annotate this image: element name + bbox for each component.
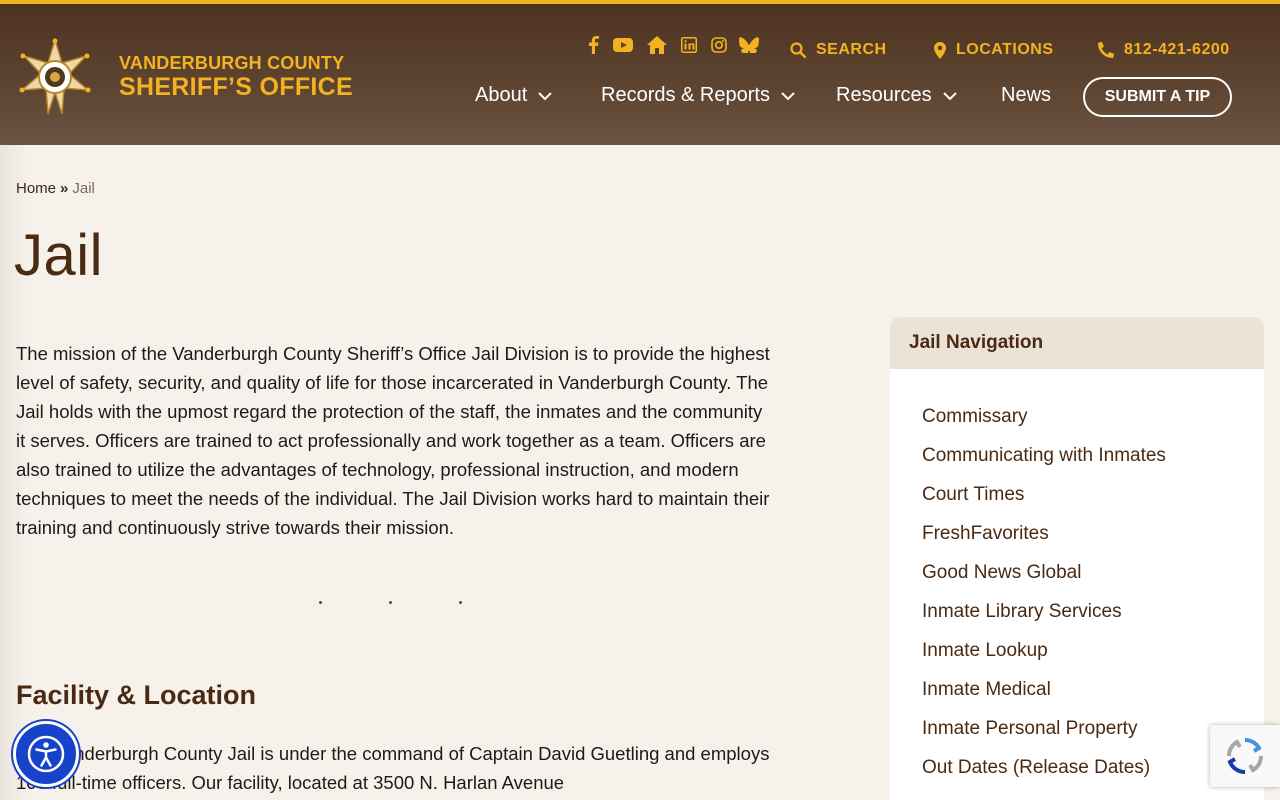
phone-icon — [1098, 42, 1114, 58]
mission-paragraph: The mission of the Vanderburgh County Sh… — [16, 343, 770, 538]
search-icon — [790, 42, 806, 58]
map-pin-icon — [934, 41, 946, 59]
bluesky-icon[interactable] — [739, 35, 759, 55]
sidebar-list: Commissary Communicating with Inmates Co… — [890, 369, 1264, 795]
youtube-icon[interactable] — [613, 35, 633, 55]
breadcrumb: Home» Jail — [16, 180, 95, 197]
sidebar-title: Jail Navigation — [890, 317, 1264, 369]
locations-label: LOCATIONS — [956, 41, 1054, 58]
facebook-icon[interactable] — [583, 35, 603, 55]
sidebar-item-freshfavorites[interactable]: FreshFavorites — [890, 522, 1264, 561]
sidebar-item-out-dates[interactable]: Out Dates (Release Dates) — [890, 756, 1264, 795]
linkedin-icon[interactable] — [679, 35, 699, 55]
chevron-down-icon — [538, 91, 552, 100]
facility-paragraph: The Vanderburgh County Jail is under the… — [16, 743, 770, 793]
chevron-down-icon — [781, 91, 795, 100]
nav-about[interactable]: About — [475, 84, 553, 107]
accessibility-icon — [27, 735, 65, 773]
sidebar-item-communicating[interactable]: Communicating with Inmates — [890, 444, 1264, 483]
nav-about-label: About — [475, 84, 528, 106]
sidebar-item-court-times[interactable]: Court Times — [890, 483, 1264, 522]
sidebar-item-library-services[interactable]: Inmate Library Services — [890, 600, 1264, 639]
sidebar-item-good-news-global[interactable]: Good News Global — [890, 561, 1264, 600]
nav-resources[interactable]: Resources — [836, 84, 958, 107]
nav-news-label: News — [1001, 84, 1052, 106]
sidebar-item-inmate-medical[interactable]: Inmate Medical — [890, 678, 1264, 717]
chevron-down-icon — [942, 91, 957, 100]
search-link[interactable]: SEARCH — [790, 41, 887, 59]
breadcrumb-separator: » — [60, 180, 69, 197]
carousel-dot[interactable] — [319, 601, 322, 604]
carousel-dot[interactable] — [389, 601, 392, 604]
sheriff-star-logo[interactable] — [16, 38, 94, 116]
jail-navigation-sidebar: Jail Navigation Commissary Communicating… — [890, 317, 1264, 800]
page-title: Jail — [14, 223, 104, 288]
carousel-dot[interactable] — [459, 601, 462, 604]
nav-records-label: Records & Reports — [601, 84, 770, 106]
submit-tip-button[interactable]: SUBMIT A TIP — [1083, 77, 1232, 117]
phone-number: 812-421-6200 — [1124, 41, 1230, 58]
sidebar-item-personal-property[interactable]: Inmate Personal Property — [890, 717, 1264, 756]
logo-line-1: VANDERBURGH COUNTY — [119, 53, 345, 73]
site-header: VANDERBURGH COUNTY SHERIFF’S OFFICE SEAR… — [0, 4, 1280, 145]
accessibility-button[interactable] — [13, 721, 79, 787]
nav-news[interactable]: News — [1001, 84, 1051, 107]
recaptcha-icon — [1226, 737, 1264, 775]
site-logo-text[interactable]: VANDERBURGH COUNTY SHERIFF’S OFFICE — [119, 53, 353, 101]
instagram-icon[interactable] — [709, 35, 729, 55]
facility-heading: Facility & Location — [16, 680, 257, 710]
phone-link[interactable]: 812-421-6200 — [1098, 41, 1230, 59]
nav-resources-label: Resources — [836, 84, 932, 106]
search-label: SEARCH — [816, 41, 887, 58]
locations-link[interactable]: LOCATIONS — [934, 41, 1054, 59]
breadcrumb-current: Jail — [72, 180, 95, 197]
breadcrumb-home-link[interactable]: Home — [16, 180, 56, 197]
sidebar-item-inmate-lookup[interactable]: Inmate Lookup — [890, 639, 1264, 678]
recaptcha-badge[interactable] — [1210, 725, 1280, 787]
logo-line-2: SHERIFF’S OFFICE — [119, 73, 353, 101]
home-icon[interactable] — [647, 35, 667, 55]
nav-records-reports[interactable]: Records & Reports — [601, 84, 796, 107]
sidebar-item-commissary[interactable]: Commissary — [890, 405, 1264, 444]
